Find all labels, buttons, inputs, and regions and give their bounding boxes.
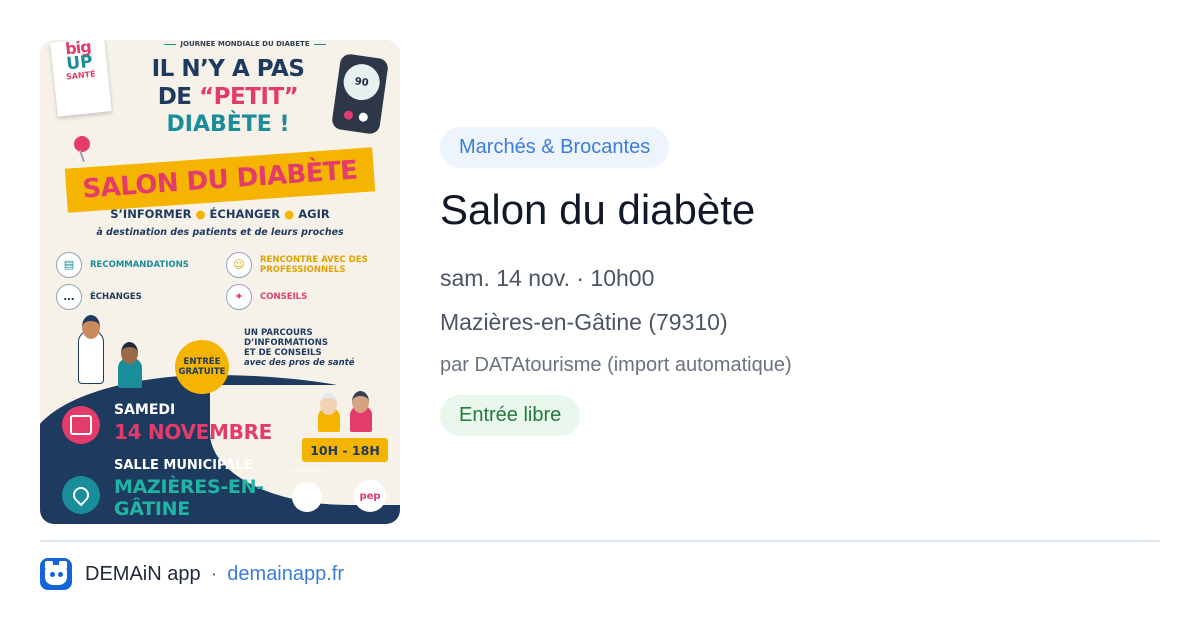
poster-date: 14 NOVEMBRE [114,420,273,444]
poster-venue: SALLE MUNICIPALE [114,458,253,473]
poster-headline: IL N’Y A PAS DE “PETIT” DIABÈTE ! [128,55,328,139]
poster-audience: à destination des patients et de leurs p… [96,227,344,238]
lightbulb-icon: ✦ [226,284,252,310]
event-location: Mazières-en-Gâtine (79310) [440,309,728,335]
doctor-illustration [78,315,104,384]
calendar-icon [62,406,100,444]
feature-label: ÉCHANGES [90,292,142,302]
footer-separator: · [210,562,218,585]
feature-recommandations: ▤ RECOMMANDATIONS [56,252,189,278]
free-entry-badge: ENTRÉE GRATUITE [175,340,229,394]
divider [40,540,1160,542]
poster-event-day: JOURNEE MONDIALE DU DIABETE [140,40,350,48]
free-entry-line-1: ENTRÉE [183,357,221,367]
push-pin-icon [74,136,90,152]
headline-line-2b: “PETIT” [199,84,299,110]
parcours-line-2: D’INFORMATIONS [244,338,328,348]
free-entry-line-2: GRATUITE [178,367,226,377]
poster-town: MAZIÈRES-EN- GÂTINE [114,476,264,520]
mazieres-logo [292,482,322,512]
poster-day: SAMEDI [114,402,176,418]
big-up-sante-logo: big UP SANTÉ [50,40,112,117]
poster-banner: SALON DU DIABÈTE [64,147,376,213]
domain-link[interactable]: demainapp.fr [227,563,344,586]
brand-line-3: SANTÉ [65,69,97,82]
town-line-1: MAZIÈRES-EN- [114,476,264,498]
glucose-meter-icon: 90 [330,53,390,135]
headline-line-1: IL N’Y A PAS [151,56,305,82]
price-badge: Entrée libre [440,395,581,436]
parcours-line-4: avec des pros de santé [244,358,355,368]
headline-line-3: DIABÈTE ! [166,112,290,137]
town-line-2: GÂTINE [114,498,190,520]
poster-parcours: UN PARCOURS D’INFORMATIONS ET DE CONSEIL… [244,328,355,368]
location-pin-icon [62,476,100,514]
parcours-line-1: UN PARCOURS [244,328,313,338]
category-badge[interactable]: Marchés & Brocantes [440,127,670,168]
parcours-line-3: ET DE CONSEILS [244,348,322,358]
action-3: AGIR [298,207,330,221]
action-2: ÉCHANGER [209,207,281,221]
demain-app-icon[interactable] [40,558,72,590]
event-title[interactable]: Salon du diabète [440,183,755,237]
headline-line-2a: DE [157,84,200,110]
partners-label: En partenariat avec : [288,470,336,475]
poster-actions: S’INFORMER ● ÉCHANGER ● AGIR [110,207,330,221]
poster-hours: 10H - 18H [302,438,388,462]
elderly-woman-illustration [318,393,340,432]
feature-echanges: … ÉCHANGES [56,284,142,310]
app-name[interactable]: DEMAiN app [85,563,201,586]
event-poster-image[interactable]: big UP SANTÉ JOURNEE MONDIALE DU DIABETE… [40,40,400,524]
headline-line-2: DE “PETIT” [128,83,328,111]
chat-bubbles-icon: … [56,284,82,310]
action-1: S’INFORMER [110,207,192,221]
doctor-icon: ☺ [226,252,252,278]
event-datetime: sam. 14 nov. · 10h00 [440,265,655,291]
patient-illustration [118,342,142,388]
footer: DEMAiN app · demainapp.fr [40,558,344,590]
feature-label: CONSEILS [260,292,308,302]
feature-label: RECOMMANDATIONS [90,260,189,270]
feature-conseils: ✦ CONSEILS [226,284,307,310]
elderly-man-illustration [350,391,372,432]
feature-label: RENCONTRE AVEC DES PROFESSIONNELS [260,255,368,275]
pep-logo: pep [354,480,386,512]
meter-value: 90 [341,61,383,103]
event-organizer: par DATAtourisme (import automatique) [440,354,792,376]
feature-rencontre: ☺ RENCONTRE AVEC DES PROFESSIONNELS [226,252,396,278]
document-icon: ▤ [56,252,82,278]
